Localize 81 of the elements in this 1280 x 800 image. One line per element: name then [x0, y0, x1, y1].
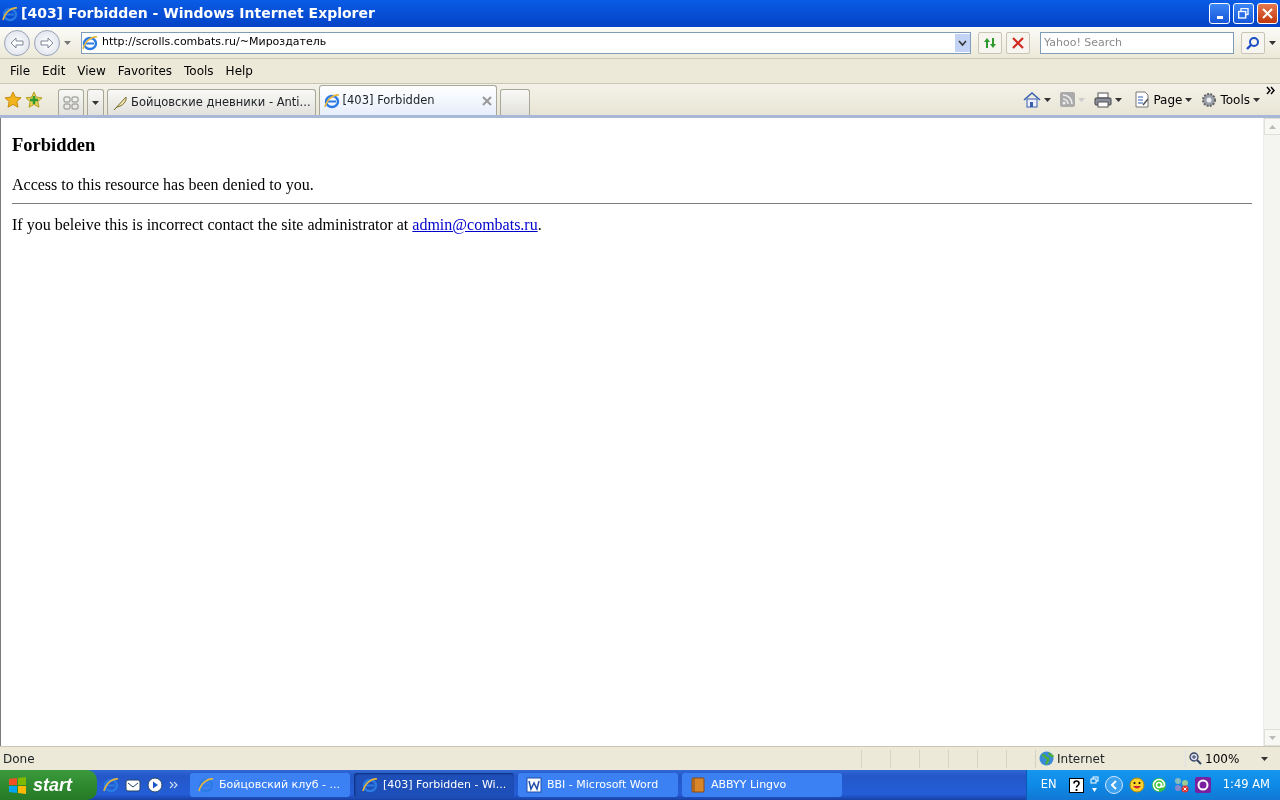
at-sign-icon[interactable] [1150, 777, 1167, 793]
taskbar-button[interactable]: BBI - Microsoft Word [518, 773, 678, 797]
zone-text: Internet [1057, 750, 1105, 768]
close-icon [1262, 8, 1273, 19]
browser-tab[interactable]: [403] Forbidden [318, 85, 497, 115]
caret-icon [1185, 97, 1193, 102]
caret-icon [92, 100, 99, 105]
refresh-button[interactable] [978, 31, 1002, 54]
search-icon [1246, 35, 1260, 50]
caret-icon [1253, 97, 1260, 102]
email-link[interactable]: admin@combats.ru [412, 216, 538, 234]
clock: 1:49 AM [1222, 776, 1270, 794]
toolbar-tools-menu[interactable]: Tools [1198, 90, 1263, 109]
media-player-icon[interactable] [147, 777, 163, 793]
chevron-icon[interactable] [1266, 86, 1276, 95]
address-bar[interactable]: http://scrolls.combats.ru/~Мироздатель [81, 31, 971, 54]
favorites-star-icon[interactable] [4, 90, 22, 109]
menu-item[interactable]: File [4, 60, 37, 82]
caret-icon[interactable] [1044, 97, 1052, 102]
restore-button[interactable] [1233, 3, 1254, 24]
back-button[interactable] [4, 29, 30, 56]
add-favorite-icon[interactable] [25, 90, 43, 109]
zoom-icon [1189, 752, 1202, 765]
note-text: If you beleive this is incorrect contact the site administrator at admin@combats.ru. [12, 215, 543, 236]
search-field[interactable]: Yahoo! Search [1040, 31, 1234, 54]
window-title: [403] Forbidden - Windows Internet Explorer [21, 4, 376, 23]
forward-button[interactable] [34, 29, 60, 56]
network-icon[interactable] [1172, 777, 1189, 793]
document-icon [526, 777, 542, 793]
menu-item[interactable]: Help [219, 60, 259, 82]
zoom-button[interactable]: 100% [1185, 749, 1280, 768]
smiley-icon[interactable] [1128, 777, 1145, 793]
up-caret-icon [1269, 124, 1276, 129]
menu-item[interactable]: Edit [36, 60, 72, 82]
grid-icon [63, 95, 79, 110]
browser-icon [2, 5, 18, 22]
search-button[interactable] [1241, 31, 1265, 54]
toolbar-page-menu[interactable]: Page [1131, 90, 1196, 109]
menu-item[interactable]: Tools [178, 60, 220, 82]
windows-logo-icon [8, 776, 28, 794]
book-icon [690, 777, 706, 793]
browser-icon [362, 777, 378, 793]
close-tab-icon[interactable] [481, 95, 492, 106]
mail-icon[interactable] [125, 777, 141, 793]
search-options-caret-icon[interactable] [1269, 40, 1276, 45]
close-button[interactable] [1257, 3, 1278, 24]
taskbar-button[interactable]: ABBYY Lingvo [682, 773, 842, 797]
status-text: Done [2, 750, 36, 768]
browser-icon [198, 777, 214, 793]
browser-icon[interactable] [103, 777, 119, 793]
home-icon[interactable] [1023, 91, 1042, 108]
browser-tab[interactable]: Бойцовские дневники - Anti... [107, 89, 316, 115]
menu-item[interactable]: View [71, 60, 112, 82]
menu-item[interactable]: Favorites [111, 60, 179, 82]
language-indicator[interactable]: EN [1040, 776, 1057, 794]
history-caret-icon[interactable] [64, 40, 71, 45]
refresh-icon [982, 35, 998, 50]
printer-icon[interactable] [1094, 91, 1113, 108]
caret-icon [1261, 756, 1268, 761]
globe-icon [1039, 751, 1054, 766]
new-tab-button[interactable] [499, 89, 530, 115]
start-button[interactable]: start [0, 770, 97, 800]
close-icon [1012, 36, 1024, 49]
gear-icon [1201, 91, 1218, 108]
tab-list-button[interactable] [87, 89, 104, 115]
app-icon[interactable] [1194, 777, 1211, 793]
dropdown-icon [955, 33, 970, 52]
message-text: Access to this resource has been denied to you. [12, 175, 315, 196]
caret-icon[interactable] [1115, 97, 1123, 102]
right-arrow-icon [40, 36, 54, 49]
caret-icon [1078, 97, 1086, 102]
taskbar-button[interactable]: [403] Forbidden - Wi... [354, 773, 514, 797]
page-heading: Forbidden [12, 134, 97, 157]
help-icon[interactable] [1068, 777, 1084, 793]
stop-button[interactable] [1006, 31, 1030, 54]
taskbar-button[interactable]: Бойцовский клуб - ... [190, 773, 350, 797]
minimize-button[interactable] [1209, 3, 1230, 24]
quill-icon [112, 94, 128, 111]
left-arrow-icon [10, 36, 24, 49]
down-caret-icon [1269, 735, 1276, 740]
minimize-icon [1216, 16, 1223, 19]
